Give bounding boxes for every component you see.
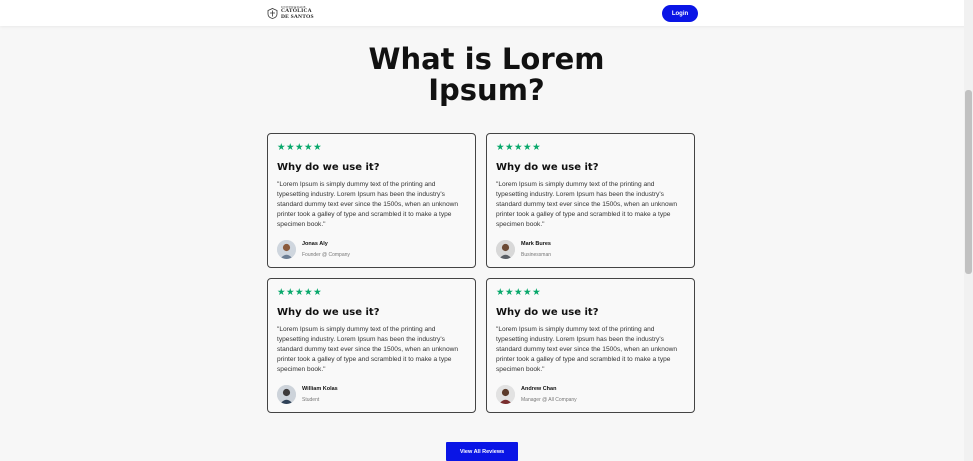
author-name: William Kolas <box>302 386 338 392</box>
user-photo-icon <box>496 385 515 404</box>
testimonial-quote: "Lorem Ipsum is simply dummy text of the… <box>277 181 459 228</box>
testimonial-card: ★★★★★ Why do we use it? "Lorem Ipsum is … <box>267 278 476 413</box>
author-name: Mark Bures <box>521 241 551 247</box>
testimonial-card: ★★★★★ Why do we use it? "Lorem Ipsum is … <box>486 278 695 413</box>
top-navbar: UNIVERSIDADE CATÓLICA DE SANTOS Login <box>0 0 973 26</box>
testimonial-card: ★★★★★ Why do we use it? "Lorem Ipsum is … <box>486 133 695 268</box>
view-all-reviews-button[interactable]: View All Reviews <box>446 442 518 461</box>
user-photo-icon <box>496 240 515 259</box>
avatar <box>277 385 296 404</box>
avatar <box>496 240 515 259</box>
testimonial-quote: "Lorem Ipsum is simply dummy text of the… <box>496 326 678 373</box>
star-rating: ★★★★★ <box>496 142 542 153</box>
author-name: Jonas Aly <box>302 241 328 247</box>
university-crest-icon <box>267 7 278 19</box>
scrollbar-thumb[interactable] <box>965 90 972 274</box>
login-button[interactable]: Login <box>662 5 698 22</box>
star-rating: ★★★★★ <box>277 142 323 153</box>
user-photo-icon <box>277 240 296 259</box>
star-rating: ★★★★★ <box>496 287 542 298</box>
author-role: Manager @ All Company <box>521 397 577 403</box>
avatar <box>496 385 515 404</box>
testimonial-quote: "Lorem Ipsum is simply dummy text of the… <box>496 181 678 228</box>
university-logo[interactable]: UNIVERSIDADE CATÓLICA DE SANTOS <box>267 6 314 20</box>
page-scrollbar[interactable] <box>964 0 973 461</box>
author-role: Student <box>302 397 320 403</box>
testimonial-card: ★★★★★ Why do we use it? "Lorem Ipsum is … <box>267 133 476 268</box>
user-photo-icon <box>277 385 296 404</box>
logo-name-line2: DE SANTOS <box>281 13 314 20</box>
avatar <box>277 240 296 259</box>
page-title-line2: Ipsum? <box>428 73 545 107</box>
logo-text: UNIVERSIDADE CATÓLICA DE SANTOS <box>281 6 314 20</box>
page-title-line1: What is Lorem <box>368 42 605 76</box>
page-title: What is Lorem Ipsum? <box>0 44 973 106</box>
card-heading: Why do we use it? <box>277 307 380 318</box>
testimonial-quote: "Lorem Ipsum is simply dummy text of the… <box>277 326 459 373</box>
card-heading: Why do we use it? <box>496 307 599 318</box>
author-role: Founder @ Company <box>302 252 350 258</box>
star-rating: ★★★★★ <box>277 287 323 298</box>
card-heading: Why do we use it? <box>496 162 599 173</box>
author-name: Andrew Chan <box>521 386 557 392</box>
card-heading: Why do we use it? <box>277 162 380 173</box>
author-role: Businessman <box>521 252 552 258</box>
